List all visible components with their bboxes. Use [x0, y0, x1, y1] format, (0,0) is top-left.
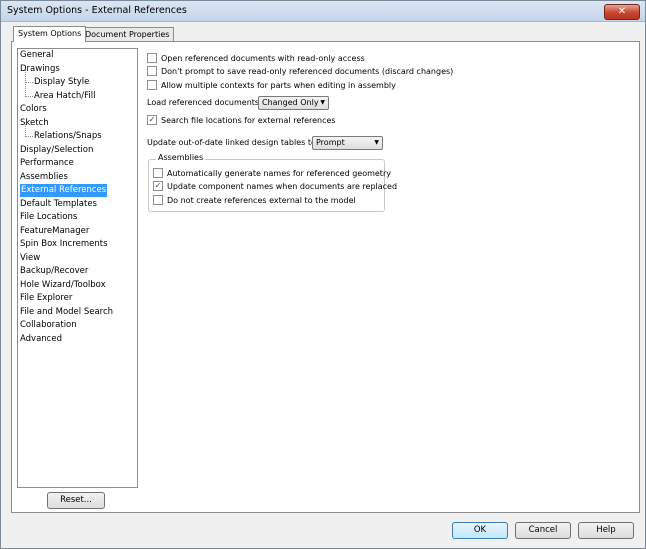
tree-item-default-templates[interactable]: Default Templates: [20, 198, 97, 211]
tree-item-area-hatch-fill[interactable]: Area Hatch/Fill: [20, 83, 95, 103]
load-referenced-value: Changed Only: [262, 98, 319, 107]
chevron-down-icon: ▼: [320, 99, 325, 106]
load-referenced-select[interactable]: Changed Only ▼: [258, 96, 329, 110]
chevron-down-icon: ▼: [374, 139, 379, 146]
update-tables-value: Prompt: [316, 138, 345, 147]
tree-item-file-locations[interactable]: File Locations: [20, 211, 77, 224]
tree-item-general[interactable]: General: [20, 49, 54, 62]
title-bar[interactable]: System Options - External References ✕: [1, 1, 645, 22]
tree-item-file-and-model-search[interactable]: File and Model Search: [20, 306, 113, 319]
update-names-checkbox[interactable]: ✓: [153, 180, 163, 191]
update-tables-label: Update out-of-date linked design tables …: [147, 138, 319, 147]
auto-names-label: Automatically generate names for referen…: [167, 169, 391, 178]
multiple-contexts-checkbox[interactable]: [147, 79, 157, 90]
open-readonly-checkbox[interactable]: [147, 52, 157, 63]
tree-item-view[interactable]: View: [20, 252, 40, 265]
tree-item-hole-wizard-toolbox[interactable]: Hole Wizard/Toolbox: [20, 279, 106, 292]
no-external-label: Do not create references external to the…: [167, 196, 356, 205]
update-names-option[interactable]: ✓ Update component names when documents a…: [153, 180, 398, 193]
load-referenced-label: Load referenced documents:: [147, 98, 262, 107]
no-external-checkbox[interactable]: [153, 194, 163, 205]
dont-prompt-label: Don't prompt to save read-only reference…: [161, 67, 454, 76]
update-names-label: Update component names when documents ar…: [167, 182, 398, 191]
tree-item-featuremanager[interactable]: FeatureManager: [20, 225, 89, 238]
auto-names-option[interactable]: Automatically generate names for referen…: [153, 167, 391, 180]
tree-item-advanced[interactable]: Advanced: [20, 333, 62, 346]
tree-item-display-selection[interactable]: Display/Selection: [20, 144, 93, 157]
no-external-option[interactable]: Do not create references external to the…: [153, 194, 356, 207]
tree-item-spin-box-increments[interactable]: Spin Box Increments: [20, 238, 108, 251]
auto-names-checkbox[interactable]: [153, 167, 163, 178]
help-button[interactable]: Help: [578, 522, 634, 539]
reset-button[interactable]: Reset...: [47, 492, 105, 509]
window-title: System Options - External References: [7, 5, 187, 16]
close-icon: ✕: [617, 6, 627, 17]
open-readonly-label: Open referenced documents with read-only…: [161, 54, 365, 63]
multiple-contexts-option[interactable]: Allow multiple contexts for parts when e…: [147, 79, 396, 92]
tree-item-backup-recover[interactable]: Backup/Recover: [20, 265, 88, 278]
options-tree[interactable]: General Drawings Display Style Area Hatc…: [17, 48, 138, 488]
search-locations-checkbox[interactable]: ✓: [147, 114, 157, 125]
cancel-button[interactable]: Cancel: [515, 522, 571, 539]
tree-item-relations-snaps[interactable]: Relations/Snaps: [20, 124, 102, 143]
tree-item-performance[interactable]: Performance: [20, 157, 74, 170]
tree-item-colors[interactable]: Colors: [20, 103, 47, 116]
dont-prompt-option[interactable]: Don't prompt to save read-only reference…: [147, 65, 454, 78]
ok-button[interactable]: OK: [452, 522, 508, 539]
dont-prompt-checkbox[interactable]: [147, 65, 157, 76]
tree-item-file-explorer[interactable]: File Explorer: [20, 292, 72, 305]
multiple-contexts-label: Allow multiple contexts for parts when e…: [161, 81, 396, 90]
search-locations-option[interactable]: ✓ Search file locations for external refe…: [147, 114, 336, 127]
tab-system-options[interactable]: System Options: [13, 26, 87, 42]
system-options-dialog: System Options - External References ✕ S…: [0, 0, 646, 549]
tab-document-properties[interactable]: Document Properties: [80, 27, 175, 42]
update-tables-select[interactable]: Prompt ▼: [312, 136, 383, 150]
close-button[interactable]: ✕: [604, 4, 640, 20]
search-locations-label: Search file locations for external refer…: [161, 116, 336, 125]
tree-item-external-references[interactable]: External References: [20, 184, 108, 197]
tree-item-assemblies[interactable]: Assemblies: [20, 171, 68, 184]
tree-item-collaboration[interactable]: Collaboration: [20, 319, 77, 332]
assemblies-group-title: Assemblies: [156, 153, 206, 162]
open-readonly-option[interactable]: Open referenced documents with read-only…: [147, 52, 365, 65]
